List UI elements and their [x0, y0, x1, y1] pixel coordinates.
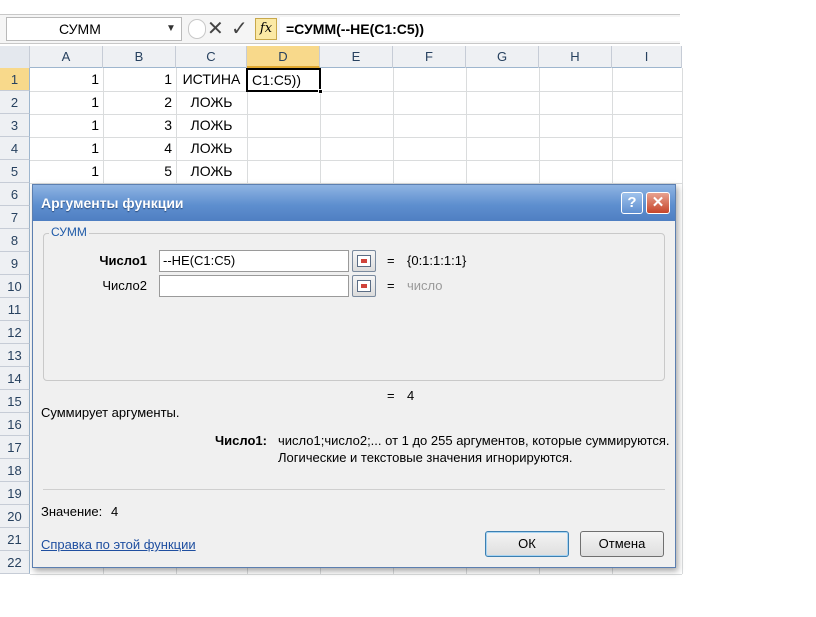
- cell-c5[interactable]: ЛОЖЬ: [176, 160, 247, 183]
- dialog-title-bar[interactable]: Аргументы функции ? ✕: [33, 185, 675, 221]
- cell-a2[interactable]: 1: [30, 91, 103, 114]
- column-header-c[interactable]: C: [176, 46, 247, 68]
- row-header[interactable]: 3: [0, 114, 30, 137]
- cell-a4[interactable]: 1: [30, 137, 103, 160]
- arg2-label: Число2: [102, 278, 147, 293]
- arg-help-label: Число1:: [215, 433, 267, 448]
- column-header-b[interactable]: B: [103, 46, 176, 68]
- column-header-e[interactable]: E: [320, 46, 393, 68]
- arg1-input[interactable]: --НЕ(C1:C5): [159, 250, 349, 272]
- row-header[interactable]: 22: [0, 551, 30, 574]
- arg2-input[interactable]: [159, 275, 349, 297]
- row-header[interactable]: 17: [0, 436, 30, 459]
- column-header-h[interactable]: H: [539, 46, 612, 68]
- column-header-f[interactable]: F: [393, 46, 466, 68]
- ok-button[interactable]: ОК: [485, 531, 569, 557]
- help-link-text[interactable]: Справка по этой функции: [41, 537, 196, 552]
- row-header[interactable]: 13: [0, 344, 30, 367]
- function-arguments-dialog: Аргументы функции ? ✕ СУММ Число1 --НЕ(C…: [32, 184, 676, 568]
- row-header[interactable]: 16: [0, 413, 30, 436]
- row-header[interactable]: 18: [0, 459, 30, 482]
- range-select-icon: [357, 280, 371, 292]
- row-header[interactable]: 11: [0, 298, 30, 321]
- row-header[interactable]: 5: [0, 160, 30, 183]
- row-header[interactable]: 7: [0, 206, 30, 229]
- close-button[interactable]: ✕: [646, 192, 670, 214]
- column-header-a[interactable]: A: [30, 46, 103, 68]
- column-header-d[interactable]: D: [247, 46, 320, 68]
- function-description: Суммирует аргументы.: [41, 405, 180, 420]
- separator: [43, 489, 665, 490]
- cell-a3[interactable]: 1: [30, 114, 103, 137]
- cell-b5[interactable]: 5: [103, 160, 176, 183]
- cell-b4[interactable]: 4: [103, 137, 176, 160]
- row-header[interactable]: 2: [0, 91, 30, 114]
- formula-input[interactable]: =СУММ(--НЕ(C1:C5)): [280, 17, 680, 41]
- cell-b2[interactable]: 2: [103, 91, 176, 114]
- cell-b3[interactable]: 3: [103, 114, 176, 137]
- cell-c3[interactable]: ЛОЖЬ: [176, 114, 247, 137]
- arg-help-line1: число1;число2;... от 1 до 255 аргументов…: [278, 433, 670, 448]
- cancel-icon[interactable]: ✕: [207, 16, 224, 42]
- help-link[interactable]: Справка по этой функции: [41, 536, 196, 554]
- column-headers: A B C D E F G H I: [0, 46, 682, 68]
- fill-handle[interactable]: [318, 89, 323, 94]
- row-header[interactable]: 21: [0, 528, 30, 551]
- row-header[interactable]: 4: [0, 137, 30, 160]
- formula-result-equals: =: [387, 388, 395, 403]
- gridline: [682, 68, 683, 574]
- cell-a5[interactable]: 1: [30, 160, 103, 183]
- column-header-g[interactable]: G: [466, 46, 539, 68]
- active-cell-d1[interactable]: C1:C5)): [246, 68, 321, 92]
- row-header[interactable]: 20: [0, 505, 30, 528]
- arg1-result: {0:1:1:1:1}: [407, 253, 467, 268]
- row-header[interactable]: 14: [0, 367, 30, 390]
- row-header[interactable]: 6: [0, 183, 30, 206]
- cancel-button[interactable]: Отмена: [580, 531, 664, 557]
- value-result: 4: [111, 504, 119, 519]
- row-header[interactable]: 1: [0, 68, 30, 91]
- arg1-label: Число1: [99, 253, 147, 268]
- row-header[interactable]: 12: [0, 321, 30, 344]
- arg-help-line2: Логические и текстовые значения игнориру…: [278, 450, 573, 465]
- formula-result: 4: [407, 388, 415, 403]
- row-header[interactable]: 8: [0, 229, 30, 252]
- formula-bar-splitter[interactable]: [188, 19, 206, 39]
- enter-icon[interactable]: ✓: [231, 16, 248, 42]
- row-header[interactable]: 10: [0, 275, 30, 298]
- chevron-down-icon[interactable]: ▼: [166, 18, 176, 40]
- cell-c4[interactable]: ЛОЖЬ: [176, 137, 247, 160]
- range-select-icon: [357, 255, 371, 267]
- arg1-equals: =: [387, 253, 395, 268]
- collapse-dialog-button[interactable]: [352, 250, 376, 272]
- function-name: СУММ: [49, 224, 89, 240]
- arg2-equals: =: [387, 278, 395, 293]
- cell-a1[interactable]: 1: [30, 68, 103, 91]
- gridline: [30, 574, 682, 575]
- select-all-corner[interactable]: [0, 46, 30, 68]
- arg2-result: число: [407, 278, 443, 293]
- help-button[interactable]: ?: [621, 192, 643, 214]
- value-label: Значение:: [41, 504, 103, 519]
- name-box[interactable]: СУММ: [6, 17, 182, 41]
- cell-b1[interactable]: 1: [103, 68, 176, 91]
- cell-c1[interactable]: ИСТИНА: [176, 68, 247, 91]
- column-header-i[interactable]: I: [612, 46, 682, 68]
- cell-c2[interactable]: ЛОЖЬ: [176, 91, 247, 114]
- row-header[interactable]: 15: [0, 390, 30, 413]
- dialog-title: Аргументы функции: [41, 195, 184, 211]
- row-header[interactable]: 19: [0, 482, 30, 505]
- insert-function-button[interactable]: fx: [255, 18, 277, 40]
- collapse-dialog-button[interactable]: [352, 275, 376, 297]
- row-header[interactable]: 9: [0, 252, 30, 275]
